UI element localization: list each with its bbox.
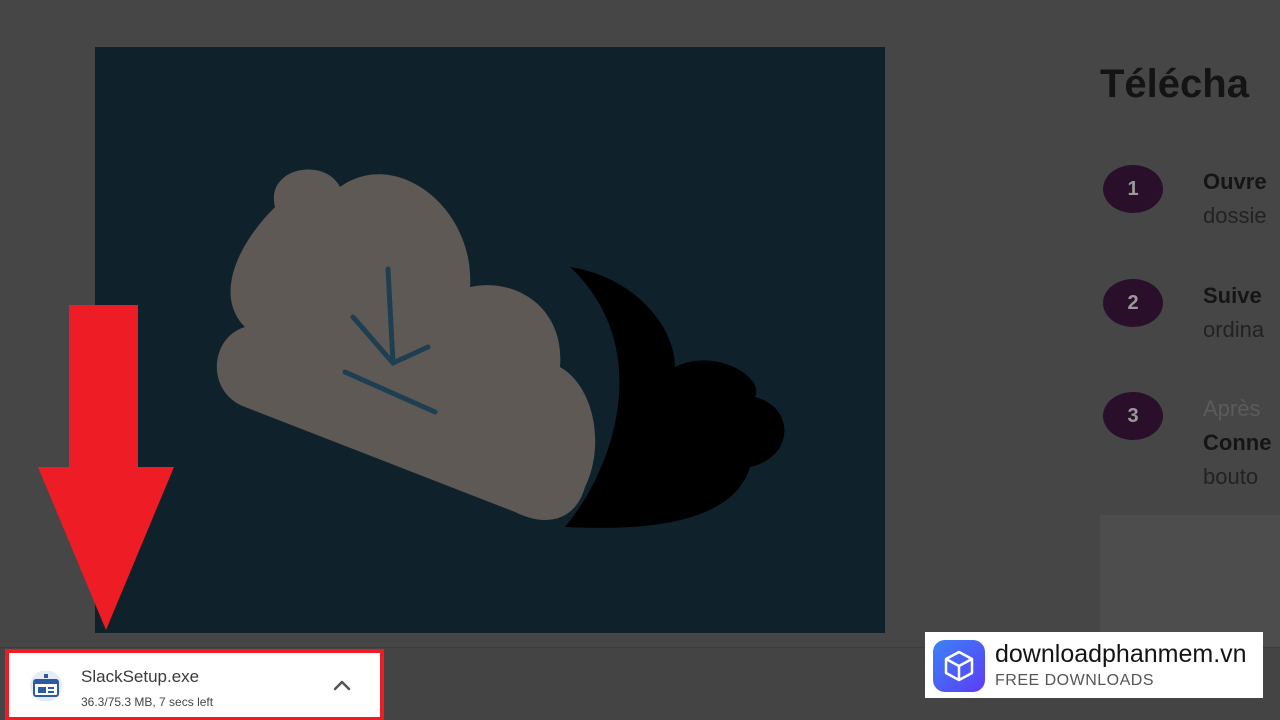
instructions-column: Télécha 1 Ouvre dossie 2 Suive ordina 3 …: [1100, 0, 1280, 720]
page-title: Télécha: [1100, 62, 1249, 106]
step-2: 2 Suive ordina: [1103, 279, 1280, 379]
step-text: Après Conne bouto: [1203, 392, 1271, 494]
watermark-logo: downloadphanmem.vn FREE DOWNLOADS: [925, 632, 1263, 698]
step-text: Suive ordina: [1203, 279, 1264, 347]
step-text: Ouvre dossie: [1203, 165, 1267, 233]
watermark-name: downloadphanmem.vn: [995, 640, 1247, 668]
step-number-badge: 1: [1103, 165, 1163, 213]
installer-file-icon: [30, 671, 62, 701]
step-line-bold: Ouvre: [1203, 169, 1267, 194]
step-number-badge: 3: [1103, 392, 1163, 440]
cloud-download-icon: [216, 169, 785, 528]
step-line-bold: Conne: [1203, 430, 1272, 455]
step-number-badge: 2: [1103, 279, 1163, 327]
package-box-icon: [933, 640, 985, 692]
download-item[interactable]: SlackSetup.exe 36.3/75.3 MB, 7 secs left: [5, 649, 384, 720]
download-file-name[interactable]: SlackSetup.exe: [81, 667, 199, 687]
page: Télécha 1 Ouvre dossie 2 Suive ordina 3 …: [0, 0, 1280, 720]
download-progress-text: 36.3/75.3 MB, 7 secs left: [81, 695, 214, 709]
watermark-tagline: FREE DOWNLOADS: [995, 672, 1155, 689]
step-line: dossie: [1203, 203, 1267, 228]
step-3: 3 Après Conne bouto: [1103, 392, 1280, 502]
step-line: bouto: [1203, 464, 1259, 489]
red-down-arrow: [38, 305, 174, 630]
step-line: ordina: [1203, 317, 1265, 342]
step-line: Après: [1203, 396, 1261, 421]
hero-illustration-panel: [95, 47, 885, 633]
step-1: 1 Ouvre dossie: [1103, 165, 1280, 265]
step-line-bold: Suive: [1203, 283, 1262, 308]
chevron-up-icon[interactable]: [331, 677, 353, 693]
